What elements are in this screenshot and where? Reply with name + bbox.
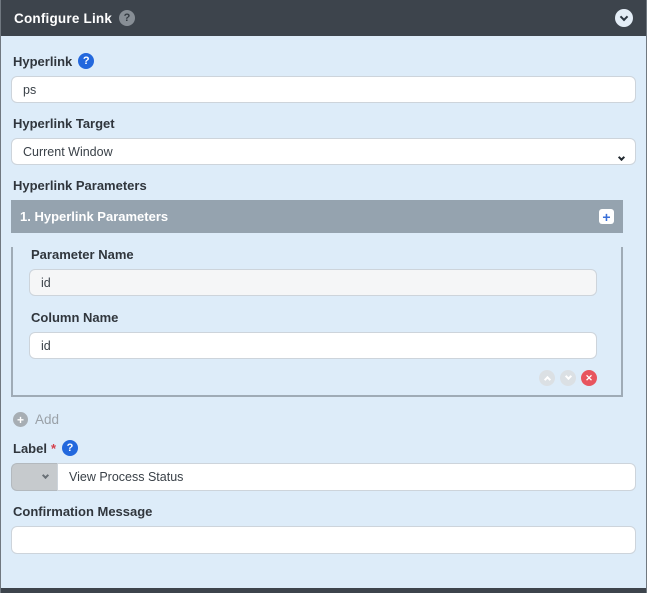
hyperlink-target-select[interactable]: Current Window	[11, 138, 636, 165]
chevron-down-icon	[41, 471, 50, 480]
parameters-panel-header: 1. Hyperlink Parameters +	[11, 200, 623, 233]
column-name-input[interactable]	[29, 332, 597, 359]
column-name-label: Column Name	[31, 310, 119, 325]
label-input-group	[11, 463, 636, 491]
hyperlink-help-icon[interactable]: ?	[78, 53, 95, 69]
add-parameter-icon-button[interactable]: +	[599, 209, 614, 224]
chevron-down-icon	[564, 372, 572, 381]
hyperlink-target-select-wrap: Current Window	[11, 138, 636, 165]
label-help-icon[interactable]: ?	[62, 440, 79, 456]
chevron-down-icon	[619, 12, 629, 21]
bottom-divider	[1, 588, 646, 593]
move-up-button[interactable]	[539, 370, 555, 386]
required-asterisk: *	[50, 440, 57, 456]
hyperlink-label: Hyperlink ?	[13, 53, 634, 69]
label-dropdown-button[interactable]	[11, 463, 57, 491]
parameters-panel-title: 1. Hyperlink Parameters	[20, 209, 169, 224]
add-plus-icon: +	[13, 412, 28, 427]
hyperlink-target-label: Hyperlink Target	[13, 116, 115, 131]
collapse-button[interactable]	[615, 9, 633, 27]
add-button-label: Add	[35, 412, 60, 427]
label-input[interactable]	[57, 463, 636, 491]
parameters-panel: 1. Hyperlink Parameters + Parameter Name…	[11, 200, 623, 397]
parameter-row-actions: ✕	[29, 370, 597, 386]
parameters-panel-body: Parameter Name Column Name ✕	[11, 247, 623, 397]
chevron-up-icon	[543, 375, 551, 384]
confirmation-message-input[interactable]	[11, 526, 636, 554]
delete-parameter-button[interactable]: ✕	[581, 370, 597, 386]
hyperlink-input[interactable]	[11, 76, 636, 103]
panel-title: Configure Link	[14, 10, 113, 26]
add-parameter-button[interactable]: + Add	[13, 412, 634, 427]
panel-body: Hyperlink ? Hyperlink Target Current Win…	[1, 36, 646, 588]
help-icon[interactable]: ?	[119, 10, 136, 26]
panel-titlebar: Configure Link ?	[1, 0, 646, 36]
configure-link-panel: Configure Link ? Hyperlink ? Hyperlink T…	[0, 0, 647, 593]
move-down-button[interactable]	[560, 370, 576, 386]
parameter-name-input[interactable]	[29, 269, 597, 296]
parameter-name-label: Parameter Name	[31, 247, 134, 262]
hyperlink-parameters-label: Hyperlink Parameters	[13, 178, 147, 193]
confirmation-message-label: Confirmation Message	[13, 504, 153, 519]
label-field-label: Label * ?	[13, 440, 634, 456]
